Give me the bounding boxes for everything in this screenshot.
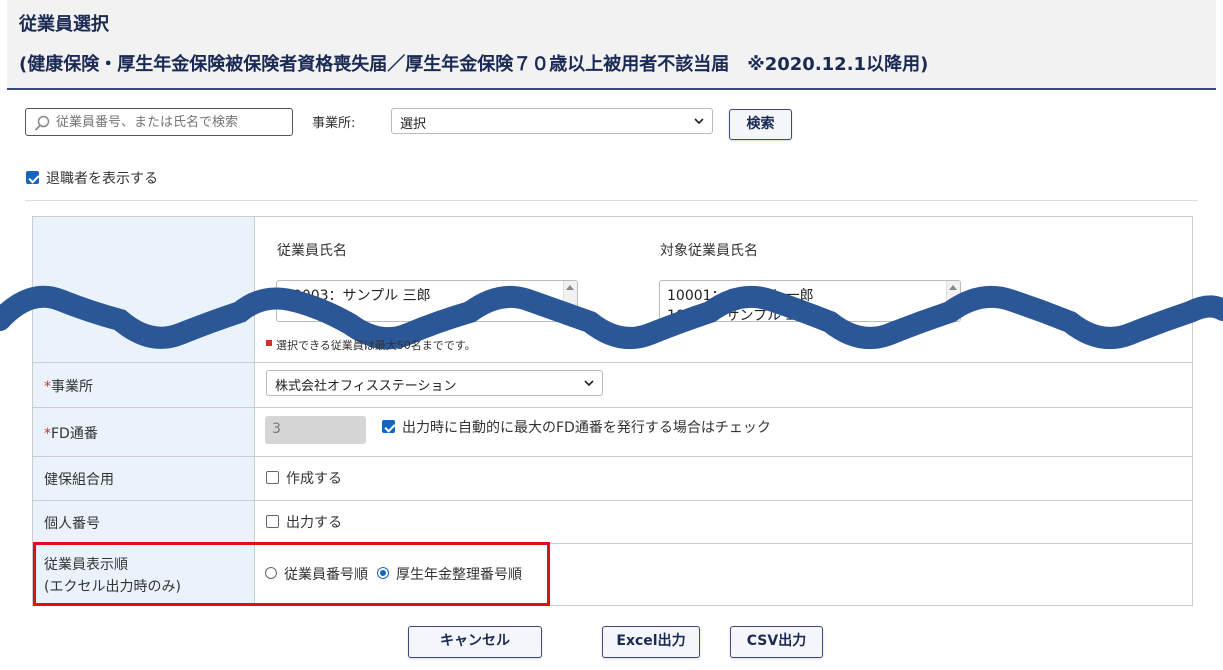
- page-header: 従業員選択 (健康保険・厚生年金保険被保険者資格喪失届／厚生年金保険７０歳以上被…: [7, 0, 1216, 90]
- search-box[interactable]: [25, 108, 293, 136]
- page-title: 従業員選択: [19, 14, 109, 35]
- show-retired-checkbox[interactable]: [26, 171, 39, 184]
- fd-number-input[interactable]: 3: [265, 416, 366, 444]
- office-label-cell: *事業所: [33, 363, 255, 407]
- search-button[interactable]: 検索: [729, 109, 792, 140]
- search-input[interactable]: [56, 112, 286, 132]
- cancel-button[interactable]: キャンセル: [408, 626, 542, 658]
- page-subtitle: (健康保険・厚生年金保険被保険者資格喪失届／厚生年金保険７０歳以上被用者不該当届…: [19, 54, 929, 75]
- my-number-field-label: 個人番号: [44, 516, 100, 532]
- kenpo-create-label: 作成する: [286, 471, 342, 487]
- office-field-label: 事業所: [51, 379, 93, 395]
- kenpo-field-label: 健保組合用: [44, 472, 114, 488]
- show-retired-label: 退職者を表示する: [46, 171, 158, 187]
- fd-number-field-label: FD通番: [51, 426, 98, 442]
- search-icon: [34, 115, 50, 131]
- divider: [25, 200, 1198, 201]
- fd-auto-label: 出力時に自動的に最大のFD通番を発行する場合はチェック: [402, 420, 771, 436]
- selection-limit-note: 選択できる従業員は最大50名までです。: [276, 339, 476, 352]
- office-filter-value: 選択: [400, 117, 427, 132]
- office-select[interactable]: 株式会社オフィスステーション: [266, 370, 603, 396]
- csv-export-button[interactable]: CSV出力: [730, 626, 823, 658]
- chevron-down-icon: [694, 118, 704, 125]
- employee-list-header: 従業員氏名: [277, 243, 347, 259]
- note-marker: [266, 340, 272, 346]
- my-number-output-checkbox[interactable]: [266, 515, 279, 528]
- chevron-down-icon: [584, 380, 594, 387]
- my-number-label-cell: 個人番号: [33, 501, 255, 543]
- office-filter-select[interactable]: 選択: [391, 108, 713, 134]
- highlight-box: [33, 542, 550, 606]
- fd-number-label-cell: *FD通番: [33, 408, 255, 456]
- fd-auto-checkbox[interactable]: [382, 420, 395, 433]
- kenpo-label-cell: 健保組合用: [33, 457, 255, 500]
- kenpo-create-checkbox[interactable]: [266, 471, 279, 484]
- my-number-output-label: 出力する: [286, 515, 342, 531]
- wavy-cut-decoration: [0, 285, 1223, 350]
- office-filter-label: 事業所:: [312, 116, 356, 131]
- target-list-header: 対象従業員氏名: [660, 243, 758, 259]
- excel-export-button[interactable]: Excel出力: [602, 626, 700, 658]
- office-select-value: 株式会社オフィスステーション: [275, 379, 457, 394]
